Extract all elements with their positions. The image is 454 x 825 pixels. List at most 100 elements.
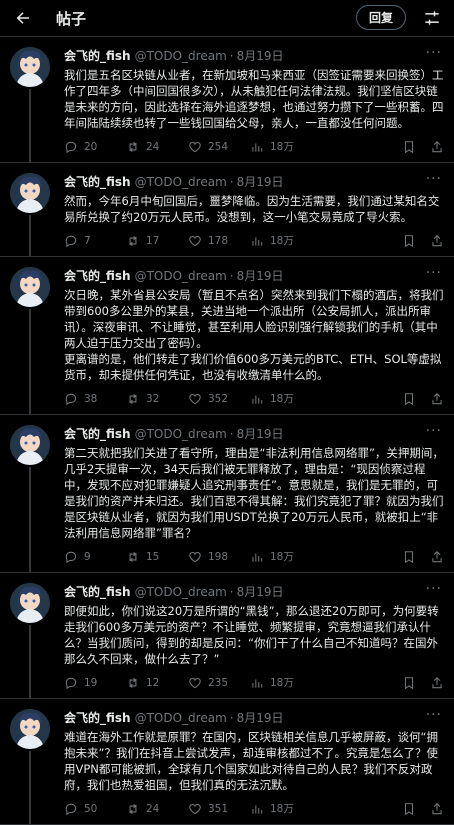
- avatar[interactable]: [10, 583, 50, 623]
- repost-action[interactable]: 24: [126, 802, 188, 816]
- reply-button[interactable]: 回复: [355, 5, 406, 30]
- more-options-icon[interactable]: ···: [426, 265, 442, 281]
- author-name[interactable]: 会飞的_fish: [64, 425, 131, 442]
- views-count: 18万: [270, 235, 294, 247]
- repost-count: 12: [146, 676, 160, 689]
- like-action[interactable]: 352: [188, 392, 250, 406]
- views-count: 18万: [270, 803, 294, 815]
- page-title: 帖子: [56, 9, 87, 28]
- views-action[interactable]: 18万: [250, 549, 312, 564]
- reply-action[interactable]: 7: [64, 234, 126, 248]
- back-arrow-icon[interactable]: [12, 7, 34, 29]
- post[interactable]: 会飞的_fish @TODO_dream · 8月19日 ··· 我们是五名区块…: [0, 37, 454, 163]
- share-icon[interactable]: [430, 676, 444, 690]
- like-action[interactable]: 235: [188, 676, 250, 690]
- like-action[interactable]: 351: [188, 802, 250, 816]
- repost-action[interactable]: 32: [126, 392, 188, 406]
- views-action[interactable]: 18万: [250, 801, 312, 816]
- post-text: 第二天就把我们关进了看守所，理由是“非法利用信息网络罪”，关押期间，几乎2天提审…: [64, 446, 444, 540]
- post[interactable]: 会飞的_fish @TODO_dream · 8月19日 ··· 次日晚，某外省…: [0, 257, 454, 415]
- author-handle[interactable]: @TODO_dream: [135, 49, 227, 63]
- views-count: 18万: [270, 551, 294, 563]
- settings-sliders-icon[interactable]: [422, 8, 442, 28]
- author-name[interactable]: 会飞的_fish: [64, 583, 131, 600]
- reply-action[interactable]: 50: [64, 802, 126, 816]
- avatar[interactable]: [10, 47, 50, 87]
- thread-line: [29, 467, 31, 572]
- author-handle[interactable]: @TODO_dream: [135, 175, 227, 189]
- avatar[interactable]: [10, 267, 50, 307]
- bookmark-icon[interactable]: [402, 234, 416, 248]
- share-icon[interactable]: [430, 140, 444, 154]
- post-actions: 9 15 198 18万: [64, 549, 444, 564]
- share-icon[interactable]: [430, 550, 444, 564]
- repost-count: 24: [146, 140, 160, 153]
- post-date[interactable]: 8月19日: [237, 709, 284, 726]
- reply-action[interactable]: 19: [64, 676, 126, 690]
- views-action[interactable]: 18万: [250, 233, 312, 248]
- author-handle[interactable]: @TODO_dream: [135, 427, 227, 441]
- views-chart-icon: [252, 143, 263, 152]
- repost-action[interactable]: 24: [126, 140, 188, 154]
- more-options-icon[interactable]: ···: [426, 707, 442, 723]
- heart-icon: [189, 141, 201, 152]
- reply-action[interactable]: 20: [64, 140, 126, 154]
- like-action[interactable]: 254: [188, 140, 250, 154]
- reply-action[interactable]: 38: [64, 392, 126, 406]
- repost-action[interactable]: 15: [126, 550, 188, 564]
- like-action[interactable]: 198: [188, 550, 250, 564]
- views-action[interactable]: 18万: [250, 139, 312, 154]
- post-header: 会飞的_fish @TODO_dream · 8月19日: [64, 47, 444, 64]
- post-date[interactable]: 8月19日: [237, 173, 284, 190]
- avatar[interactable]: [10, 425, 50, 465]
- post-date[interactable]: 8月19日: [237, 425, 284, 442]
- thread-line: [29, 625, 31, 698]
- post-actions: 50 24 351 18万: [64, 801, 444, 816]
- post-actions: 38 32 352 18万: [64, 391, 444, 406]
- author-handle[interactable]: @TODO_dream: [135, 711, 227, 725]
- more-options-icon[interactable]: ···: [426, 171, 442, 187]
- reply-action[interactable]: 9: [64, 550, 126, 564]
- bookmark-icon[interactable]: [402, 802, 416, 816]
- bookmark-icon[interactable]: [402, 676, 416, 690]
- post-date[interactable]: 8月19日: [237, 47, 284, 64]
- post[interactable]: 会飞的_fish @TODO_dream · 8月19日 ··· 难道在海外工作…: [0, 699, 454, 825]
- share-icon[interactable]: [430, 802, 444, 816]
- author-name[interactable]: 会飞的_fish: [64, 173, 131, 190]
- heart-icon: [189, 803, 201, 814]
- like-count: 178: [208, 234, 229, 247]
- post-extra-actions: [402, 140, 444, 154]
- repost-icon: [129, 393, 137, 404]
- author-handle[interactable]: @TODO_dream: [135, 269, 227, 283]
- like-action[interactable]: 178: [188, 234, 250, 248]
- post[interactable]: 会飞的_fish @TODO_dream · 8月19日 ··· 第二天就把我们…: [0, 415, 454, 573]
- reply-count: 20: [84, 140, 98, 153]
- post-date[interactable]: 8月19日: [237, 583, 284, 600]
- more-options-icon[interactable]: ···: [426, 581, 442, 597]
- bookmark-icon[interactable]: [402, 392, 416, 406]
- avatar[interactable]: [10, 709, 50, 749]
- like-count: 351: [208, 802, 229, 815]
- views-count: 18万: [270, 393, 294, 405]
- bookmark-icon[interactable]: [402, 140, 416, 154]
- share-icon[interactable]: [430, 392, 444, 406]
- repost-action[interactable]: 12: [126, 676, 188, 690]
- share-icon[interactable]: [430, 234, 444, 248]
- author-name[interactable]: 会飞的_fish: [64, 709, 131, 726]
- bookmark-icon[interactable]: [402, 550, 416, 564]
- repost-action[interactable]: 17: [126, 234, 188, 248]
- post[interactable]: 会飞的_fish @TODO_dream · 8月19日 ··· 即便如此，你们…: [0, 573, 454, 699]
- author-handle[interactable]: @TODO_dream: [135, 585, 227, 599]
- author-name[interactable]: 会飞的_fish: [64, 267, 131, 284]
- avatar[interactable]: [10, 173, 50, 213]
- post[interactable]: 会飞的_fish @TODO_dream · 8月19日 ··· 然而，今年6月…: [0, 163, 454, 257]
- post-thread: 会飞的_fish @TODO_dream · 8月19日 ··· 我们是五名区块…: [0, 37, 454, 825]
- views-chart-icon: [252, 237, 263, 246]
- author-name[interactable]: 会飞的_fish: [64, 47, 131, 64]
- views-action[interactable]: 18万: [250, 675, 312, 690]
- more-options-icon[interactable]: ···: [426, 423, 442, 439]
- post-date[interactable]: 8月19日: [237, 267, 284, 284]
- more-options-icon[interactable]: ···: [426, 45, 442, 61]
- views-action[interactable]: 18万: [250, 391, 312, 406]
- reply-icon: [65, 393, 77, 405]
